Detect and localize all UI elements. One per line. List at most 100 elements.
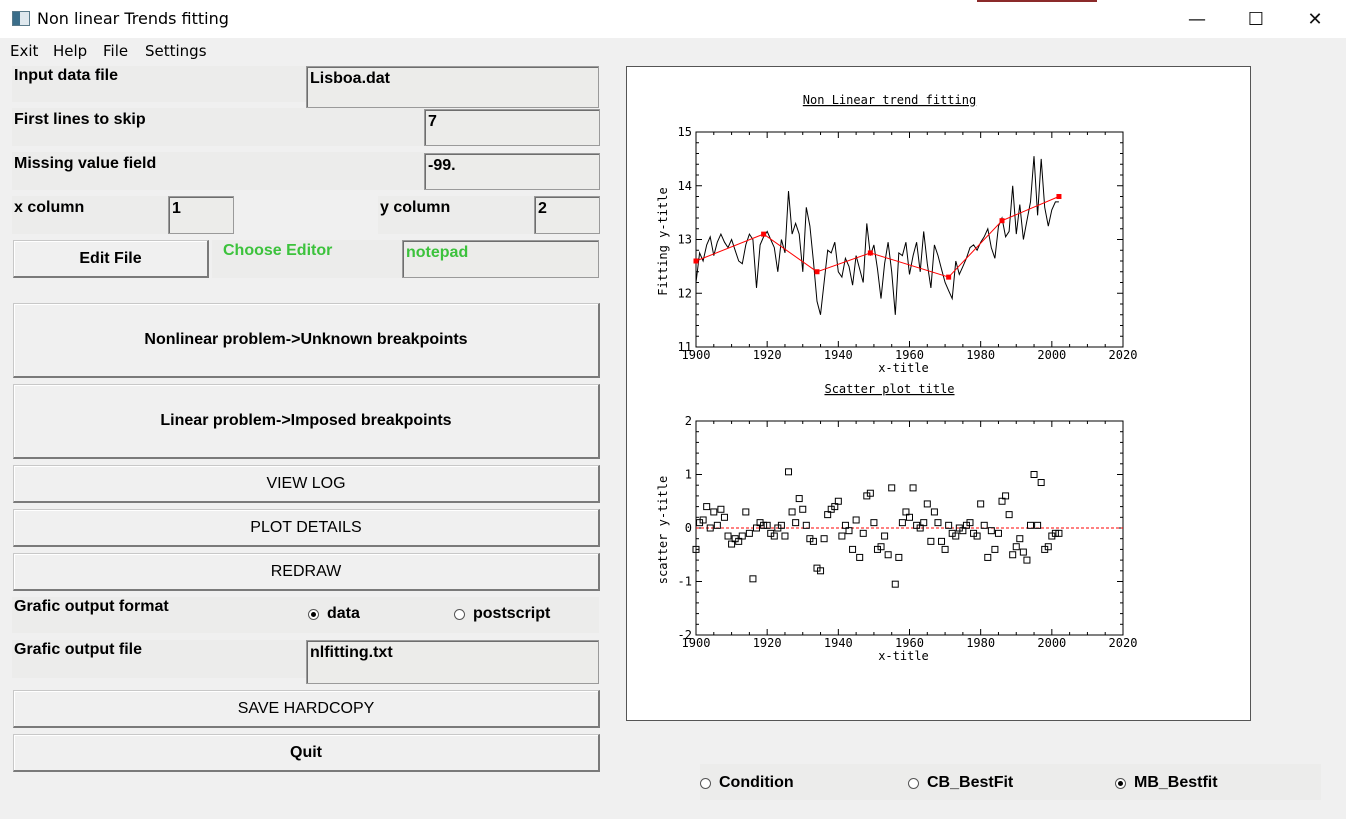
- window-title: Non linear Trends fitting: [37, 9, 229, 28]
- format-option-postscript[interactable]: postscript: [454, 605, 550, 623]
- radio-unselected-icon: [454, 608, 465, 620]
- scatter-point: [859, 529, 867, 537]
- scatter-point: [1026, 521, 1034, 529]
- breakpoint-marker: [761, 231, 767, 237]
- scatter-point: [909, 484, 917, 492]
- scatter-point: [788, 508, 796, 516]
- scatter-point: [802, 521, 810, 529]
- scatter-point: [852, 516, 860, 524]
- plot-details-button[interactable]: PLOT DETAILS: [13, 509, 600, 547]
- missing-label-panel: Missing value field: [12, 152, 424, 190]
- scatter-point: [994, 529, 1002, 537]
- skip-lines-field[interactable]: 7: [424, 109, 600, 146]
- minimize-button[interactable]: —: [1168, 0, 1226, 38]
- title-accent-strip: [977, 0, 1097, 2]
- input-file-field[interactable]: Lisboa.dat: [306, 66, 599, 108]
- scatter-point: [881, 532, 889, 540]
- format-option-postscript-label: postscript: [473, 605, 551, 622]
- menu-file[interactable]: File: [103, 42, 128, 60]
- y-tick-label: 1: [685, 468, 692, 482]
- scatter-point: [856, 553, 864, 561]
- scatter-point: [934, 519, 942, 527]
- radio-unselected-icon: [908, 777, 919, 789]
- radio-unselected-icon: [700, 777, 711, 789]
- breakpoint-marker: [693, 258, 699, 264]
- option-cb-bestfit[interactable]: CB_BestFit: [908, 774, 1013, 792]
- close-icon: ✕: [1307, 8, 1323, 30]
- y-column-field[interactable]: 2: [534, 196, 600, 234]
- y-tick-label: -1: [678, 575, 692, 589]
- scatter-point: [991, 545, 999, 553]
- close-button[interactable]: ✕: [1286, 0, 1344, 38]
- menu-help[interactable]: Help: [53, 42, 87, 60]
- breakpoint-marker: [814, 269, 820, 275]
- x-tick-label: 1920: [753, 636, 782, 650]
- chart-title: Non Linear trend fitting: [803, 93, 976, 107]
- scatter-point: [1055, 529, 1063, 537]
- missing-value-field[interactable]: -99.: [424, 153, 600, 190]
- scatter-point: [1034, 521, 1042, 529]
- scatter-point: [724, 532, 732, 540]
- scatter-point: [820, 535, 828, 543]
- breakpoint-marker: [867, 250, 873, 256]
- edit-file-button[interactable]: Edit File: [13, 240, 209, 278]
- grafic-format-panel: Grafic output format data postscript: [12, 597, 599, 633]
- format-option-data[interactable]: data: [308, 605, 360, 623]
- scatter-point: [945, 521, 953, 529]
- scatter-chart: Scatter plot title1900 1920 1940 1960 1980 20…: [656, 382, 1137, 663]
- scatter-point: [987, 527, 995, 535]
- y-tick-label: 2: [685, 414, 692, 428]
- maximize-button[interactable]: ☐: [1227, 0, 1285, 38]
- save-hardcopy-button[interactable]: SAVE HARDCOPY: [13, 690, 600, 728]
- redraw-button[interactable]: REDRAW: [13, 553, 600, 591]
- x-tick-label: 1960: [895, 348, 924, 362]
- y-tick-label: -2: [678, 628, 692, 642]
- editor-field[interactable]: notepad: [402, 240, 599, 278]
- scatter-point: [763, 521, 771, 529]
- format-option-data-label: data: [327, 605, 360, 622]
- plots-svg: Non Linear trend fitting1900 1920 1940 1960…: [656, 93, 1137, 663]
- app-icon: [12, 11, 30, 26]
- breakpoint-marker: [946, 274, 952, 280]
- x-tick-label: 1940: [824, 348, 853, 362]
- scatter-point: [1005, 511, 1013, 519]
- plot-frame-rect: [695, 131, 1124, 348]
- skip-label-panel: First lines to skip: [12, 108, 424, 146]
- menu-settings[interactable]: Settings: [145, 42, 207, 60]
- menu-exit[interactable]: Exit: [10, 42, 38, 60]
- x-column-field[interactable]: 1: [168, 196, 234, 234]
- scatter-point: [717, 505, 725, 513]
- breakpoint-marker: [999, 218, 1005, 224]
- quit-button[interactable]: Quit: [13, 734, 600, 772]
- nonlinear-problem-button[interactable]: Nonlinear problem->Unknown breakpoints: [13, 303, 600, 378]
- grafic-file-field[interactable]: nlfitting.txt: [306, 640, 599, 684]
- y-tick-label: 12: [678, 286, 692, 300]
- grafic-format-label: Grafic output format: [14, 598, 169, 615]
- trend-chart: Non Linear trend fitting1900 1920 1940 1960…: [656, 93, 1137, 375]
- y-tick-label: 14: [678, 179, 692, 193]
- x-tick-label: 2020: [1109, 636, 1138, 650]
- menu-bar: Exit Help File Settings: [0, 38, 1346, 64]
- plot-area: Non Linear trend fitting 1900 1920 1940 1960…: [626, 66, 1251, 721]
- option-condition[interactable]: Condition: [700, 774, 794, 792]
- scatter-point: [927, 537, 935, 545]
- fit-option-bar: Condition CB_BestFit MB_Bestfit: [700, 764, 1321, 800]
- option-condition-label: Condition: [719, 774, 794, 791]
- scatter-point: [1030, 471, 1038, 478]
- scatter-point: [1019, 548, 1027, 556]
- scatter-point: [1012, 543, 1020, 551]
- title-bar: Non linear Trends fitting — ☐ ✕: [0, 0, 1346, 38]
- scatter-point: [884, 551, 892, 559]
- linear-problem-button[interactable]: Linear problem->Imposed breakpoints: [13, 384, 600, 459]
- scatter-point: [792, 519, 800, 527]
- missing-value-label: Missing value field: [14, 155, 157, 172]
- option-mb-bestfit[interactable]: MB_Bestfit: [1115, 774, 1218, 792]
- x-tick-label: 1980: [966, 636, 995, 650]
- scatter-point: [870, 519, 878, 527]
- x-tick-label: 1920: [753, 348, 782, 362]
- view-log-button[interactable]: VIEW LOG: [13, 465, 600, 503]
- scatter-point: [710, 508, 718, 516]
- scatter-point: [1037, 479, 1045, 487]
- y-tick-label: 0: [685, 521, 692, 535]
- x-tick-label: 2000: [1037, 636, 1066, 650]
